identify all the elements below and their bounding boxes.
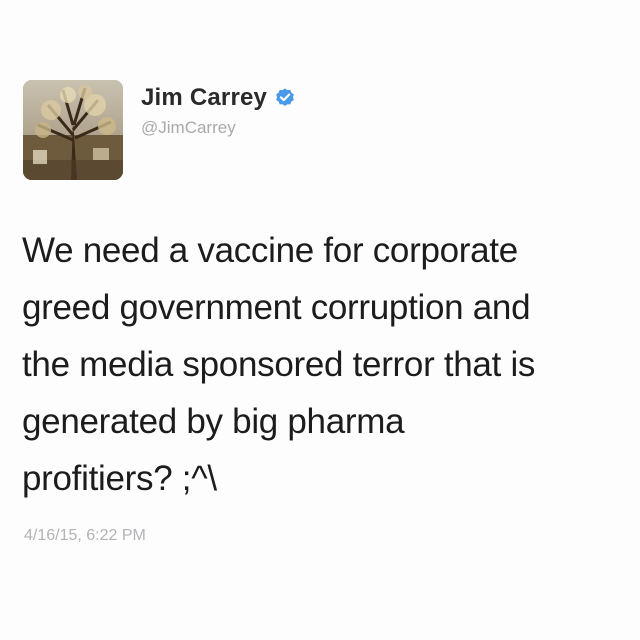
display-name[interactable]: Jim Carrey [141, 84, 267, 112]
author-name-row[interactable]: Jim Carrey [141, 82, 296, 114]
verified-badge-icon [274, 87, 296, 109]
profile-photo-icon [23, 80, 123, 180]
tweet-text: We need a vaccine for corporate greed go… [22, 231, 536, 498]
tweet-timestamp[interactable]: 4/16/15, 6:22 PM [24, 527, 146, 545]
tweet-card: Jim Carrey @JimCarrey We need a vaccine … [0, 0, 640, 640]
author-handle[interactable]: @JimCarrey [141, 118, 236, 138]
avatar[interactable] [23, 80, 123, 180]
